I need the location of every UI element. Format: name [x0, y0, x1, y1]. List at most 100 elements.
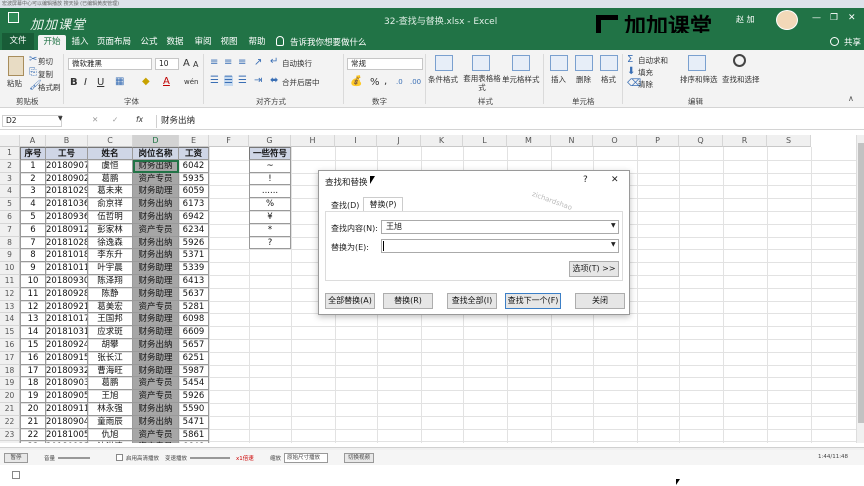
pause-button[interactable]: 暂停 [4, 453, 28, 463]
table-cell[interactable]: 徐逸森 [88, 236, 133, 250]
column-header[interactable]: C [88, 135, 133, 147]
column-header[interactable]: K [421, 135, 463, 147]
row-header[interactable]: 5 [0, 198, 20, 211]
conditional-format-button[interactable]: 条件格式 [428, 74, 458, 85]
table-cell[interactable]: 5861 [179, 428, 209, 442]
indent-icon[interactable]: ⇥ [254, 76, 262, 86]
user-name[interactable]: 赵 加 [736, 14, 755, 25]
row-header[interactable]: 21 [0, 403, 20, 416]
table-cell[interactable]: 20180903 [46, 377, 88, 391]
name-box-dropdown-icon[interactable]: ▼ [58, 115, 63, 122]
post-cell[interactable]: 财务出纳 [133, 339, 179, 352]
table-cell[interactable]: 7 [20, 236, 46, 250]
table-header-cell[interactable]: 姓名 [88, 147, 133, 160]
replace-all-button[interactable]: 全部替换(A) [325, 293, 375, 309]
phonetic-button[interactable]: wén [184, 78, 198, 86]
table-cell[interactable]: 6942 [179, 211, 209, 224]
table-cell[interactable]: 6609 [179, 326, 209, 339]
post-cell[interactable]: 资产专员 [133, 428, 179, 442]
tell-me-box[interactable]: 告诉我你想要做什么 [290, 36, 367, 48]
column-header[interactable]: G [249, 135, 291, 147]
table-cell[interactable]: 曹海旺 [88, 364, 133, 378]
table-cell[interactable]: 20181018 [46, 249, 88, 263]
table-cell[interactable]: 20180936 [46, 211, 88, 224]
post-cell[interactable]: 财务助理 [133, 364, 179, 378]
hd-checkbox[interactable] [116, 454, 123, 461]
post-cell[interactable]: 财务出纳 [133, 236, 179, 250]
row-header[interactable]: 2 [0, 159, 20, 173]
row-header[interactable]: 20 [0, 390, 20, 403]
size-select[interactable]: 原始尺寸播放 [284, 453, 328, 463]
underline-button[interactable]: U [97, 77, 104, 88]
table-cell[interactable]: 20180922 [46, 441, 88, 443]
column-header[interactable]: E [179, 135, 209, 147]
table-cell[interactable]: 陈静 [88, 287, 133, 301]
autosum-button[interactable]: 自动求和 [638, 55, 668, 66]
replace-with-input[interactable] [381, 239, 619, 253]
tab-view[interactable]: 视图 [218, 35, 240, 50]
table-cell[interactable]: 6648 [179, 441, 209, 443]
fill-button[interactable]: 填充 [638, 67, 653, 78]
save-icon[interactable] [8, 12, 19, 23]
find-all-button[interactable]: 查找全部(I) [447, 293, 497, 309]
table-cell[interactable]: 3 [20, 185, 46, 199]
row-header[interactable]: 14 [0, 313, 20, 327]
cancel-entry-button[interactable]: ✕ [92, 115, 98, 124]
symbol-cell[interactable]: ~ [249, 159, 291, 173]
row-header[interactable]: 9 [0, 249, 20, 263]
font-color-button[interactable]: A [163, 76, 170, 87]
row-header[interactable]: 23 [0, 428, 20, 442]
cut-button[interactable]: 剪切 [38, 56, 53, 67]
table-cell[interactable]: 伍哲明 [88, 211, 133, 224]
row-header[interactable]: 19 [0, 377, 20, 391]
share-icon[interactable] [830, 37, 839, 46]
row-header[interactable]: 24 [0, 441, 20, 443]
copy-button[interactable]: 复制 [38, 69, 53, 80]
table-cell[interactable]: 林永强 [88, 403, 133, 416]
table-cell[interactable]: 16 [20, 351, 46, 365]
volume-slider[interactable] [58, 457, 90, 459]
table-cell[interactable]: 20181005 [46, 428, 88, 442]
table-cell[interactable]: 20181011 [46, 262, 88, 275]
cell-styles-button[interactable]: 单元格样式 [502, 74, 540, 85]
column-header[interactable]: M [507, 135, 551, 147]
symbol-cell[interactable]: ! [249, 172, 291, 186]
insert-function-button[interactable]: fx [136, 115, 143, 124]
paste-icon[interactable] [8, 56, 24, 76]
row-header[interactable]: 8 [0, 236, 20, 250]
align-bottom-icon[interactable]: ≡ [238, 58, 246, 68]
table-cell[interactable]: 23 [20, 441, 46, 443]
border-icon[interactable]: ▦ [115, 77, 124, 87]
dialog-close-button[interactable]: ✕ [611, 175, 619, 185]
column-header[interactable]: F [209, 135, 249, 147]
dialog-help-button[interactable]: ? [583, 175, 588, 185]
table-format-button[interactable]: 套用表格格式 [463, 74, 501, 92]
column-header[interactable]: A [20, 135, 46, 147]
tab-home[interactable]: 开始 [38, 35, 66, 50]
post-cell[interactable]: 财务出纳 [133, 211, 179, 224]
find-what-input[interactable]: 王旭 [381, 220, 619, 234]
font-grow-button[interactable]: A [183, 58, 190, 69]
table-cell[interactable]: 18 [20, 377, 46, 391]
table-cell[interactable]: 葛鹏 [88, 172, 133, 186]
table-cell[interactable]: 5926 [179, 236, 209, 250]
dialog-tab-replace[interactable]: 替换(P) [363, 197, 403, 211]
table-cell[interactable]: 6 [20, 223, 46, 237]
table-cell[interactable]: 5454 [179, 377, 209, 391]
table-cell[interactable]: 5 [20, 211, 46, 224]
find-what-dropdown-icon[interactable]: ▼ [611, 222, 616, 229]
table-cell[interactable]: 应求斑 [88, 326, 133, 339]
table-cell[interactable]: 20181029 [46, 185, 88, 199]
row-header[interactable]: 11 [0, 275, 20, 288]
post-cell[interactable]: 财务出纳 [133, 403, 179, 416]
enter-entry-button[interactable]: ✓ [112, 115, 118, 124]
sort-filter-button[interactable]: 排序和筛选 [680, 74, 718, 85]
table-cell[interactable]: 俞京祥 [88, 198, 133, 211]
tab-data[interactable]: 数据 [164, 35, 186, 50]
table-cell[interactable]: 9 [20, 262, 46, 275]
table-cell[interactable]: 20180921 [46, 300, 88, 314]
table-cell[interactable]: 2 [20, 172, 46, 186]
table-cell[interactable]: 5281 [179, 300, 209, 314]
table-cell[interactable]: 6234 [179, 223, 209, 237]
post-cell[interactable]: 财务助理 [133, 287, 179, 301]
